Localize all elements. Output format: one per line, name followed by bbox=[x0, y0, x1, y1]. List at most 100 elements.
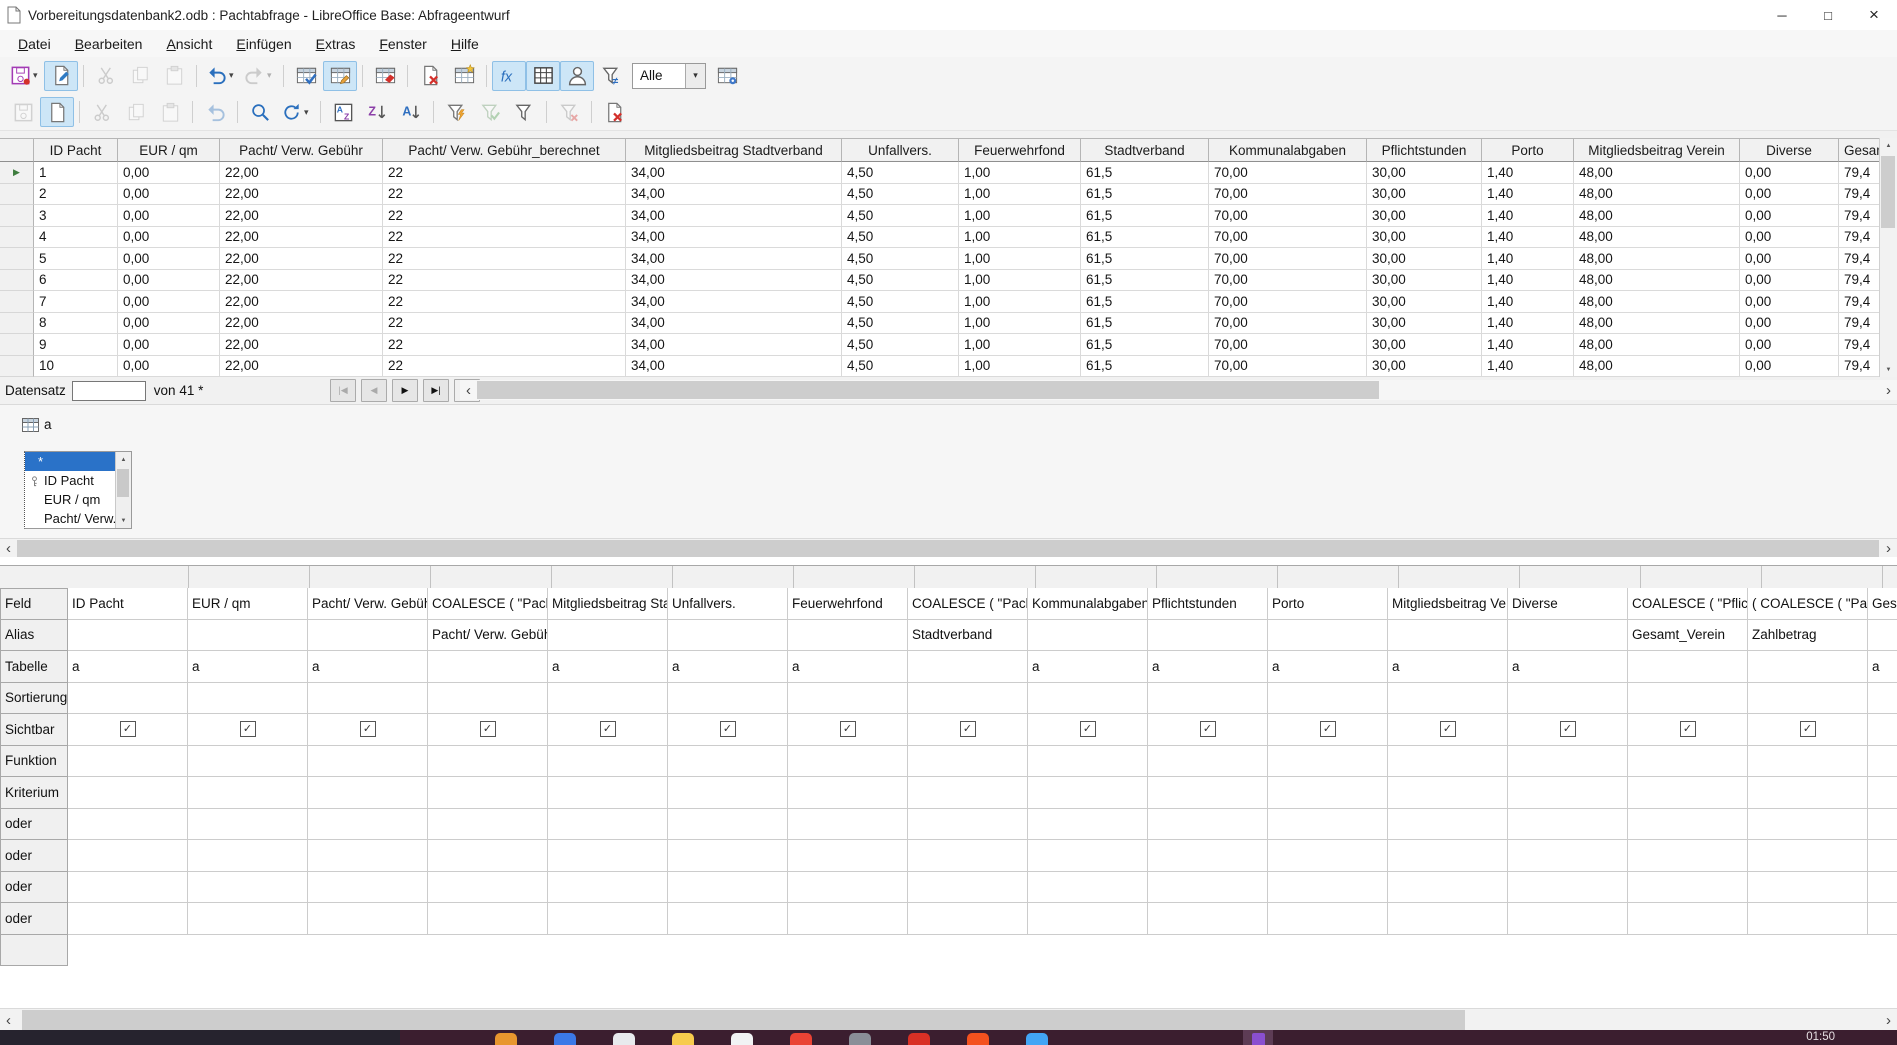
grid-cell[interactable] bbox=[188, 620, 308, 652]
table-cell[interactable]: 22,00 bbox=[220, 291, 383, 313]
table-cell[interactable]: 1,00 bbox=[959, 248, 1081, 270]
reset-filter-icon[interactable] bbox=[552, 97, 586, 127]
column-header[interactable]: Diverse bbox=[1740, 138, 1839, 162]
table-cell[interactable]: 0,00 bbox=[118, 227, 220, 249]
table-cell[interactable]: 1,40 bbox=[1482, 184, 1574, 206]
grid-cell[interactable] bbox=[428, 746, 548, 778]
grid-cell[interactable] bbox=[788, 840, 908, 872]
grid-cell[interactable] bbox=[788, 746, 908, 778]
design-grid-column-head[interactable] bbox=[1520, 566, 1641, 588]
sort-icon[interactable]: AZ bbox=[326, 97, 360, 127]
grid-cell[interactable]: a bbox=[1388, 651, 1508, 683]
table-cell[interactable]: 1,40 bbox=[1482, 205, 1574, 227]
table-cell[interactable]: 1,00 bbox=[959, 334, 1081, 356]
grid-cell[interactable] bbox=[1628, 683, 1748, 715]
table-cell[interactable]: 1,40 bbox=[1482, 162, 1574, 184]
save-icon[interactable]: ▾ bbox=[6, 61, 44, 91]
visible-checkbox[interactable]: ✓ bbox=[1200, 721, 1216, 737]
chevron-right-icon[interactable]: › bbox=[1880, 380, 1897, 400]
table-cell[interactable]: 48,00 bbox=[1574, 313, 1740, 335]
grid-cell[interactable] bbox=[788, 620, 908, 652]
grid-cell[interactable] bbox=[1148, 903, 1268, 935]
grid-cell[interactable] bbox=[1748, 651, 1868, 683]
grid-cell[interactable] bbox=[1028, 809, 1148, 841]
table-cell[interactable]: 4,50 bbox=[842, 334, 959, 356]
grid-cell[interactable] bbox=[428, 777, 548, 809]
table-cell[interactable]: 0,00 bbox=[118, 356, 220, 378]
scrollbar-thumb[interactable] bbox=[117, 469, 129, 497]
grid-cell[interactable] bbox=[1148, 746, 1268, 778]
table-cell[interactable]: 79,4 bbox=[1839, 184, 1881, 206]
grid-cell[interactable] bbox=[668, 903, 788, 935]
cut-icon[interactable] bbox=[89, 61, 123, 91]
functions-icon[interactable]: fx bbox=[492, 61, 526, 91]
table-cell[interactable]: 30,00 bbox=[1367, 313, 1482, 335]
grid-cell[interactable] bbox=[1748, 840, 1868, 872]
table-cell[interactable]: 48,00 bbox=[1574, 184, 1740, 206]
table-cell[interactable]: 22 bbox=[383, 248, 626, 270]
design-grid-column-head[interactable] bbox=[431, 566, 552, 588]
grid-cell[interactable] bbox=[1028, 777, 1148, 809]
table-cell[interactable]: 4,50 bbox=[842, 356, 959, 378]
grid-cell[interactable] bbox=[1148, 840, 1268, 872]
table-cell[interactable]: 1,00 bbox=[959, 205, 1081, 227]
column-header[interactable]: Pacht/ Verw. Gebühr_berechnet bbox=[383, 138, 626, 162]
grid-cell[interactable] bbox=[788, 809, 908, 841]
grid-cell[interactable] bbox=[1628, 809, 1748, 841]
limit-combo[interactable]: Alle▾ bbox=[632, 63, 706, 89]
grid-cell[interactable] bbox=[1748, 903, 1868, 935]
grid-cell[interactable]: Kommunalabgaben bbox=[1028, 588, 1148, 620]
design-grid-column-head[interactable] bbox=[68, 566, 189, 588]
table-cell[interactable]: 1,00 bbox=[959, 270, 1081, 292]
grid-cell[interactable] bbox=[428, 903, 548, 935]
table-cell[interactable]: 9 bbox=[34, 334, 118, 356]
table-cell[interactable]: 79,4 bbox=[1839, 334, 1881, 356]
grid-cell[interactable]: ✓ bbox=[1268, 714, 1388, 746]
table-cell[interactable]: 0,00 bbox=[118, 184, 220, 206]
table-cell[interactable]: 61,5 bbox=[1081, 270, 1209, 292]
grid-cell[interactable] bbox=[788, 777, 908, 809]
taskbar-app-icon[interactable] bbox=[672, 1033, 694, 1045]
table-cell[interactable]: 22 bbox=[383, 162, 626, 184]
grid-cell[interactable]: ✓ bbox=[1748, 714, 1868, 746]
grid-cell[interactable] bbox=[548, 840, 668, 872]
grid-cell[interactable] bbox=[1868, 777, 1897, 809]
table-cell[interactable]: 34,00 bbox=[626, 334, 842, 356]
table-cell[interactable]: 79,4 bbox=[1839, 270, 1881, 292]
table-cell[interactable]: 0,00 bbox=[118, 313, 220, 335]
table-cell[interactable]: 22 bbox=[383, 227, 626, 249]
table-cell[interactable]: 4,50 bbox=[842, 248, 959, 270]
scrollbar-thumb[interactable] bbox=[17, 540, 1879, 558]
taskbar-app-icon[interactable] bbox=[731, 1033, 753, 1045]
table-cell[interactable]: 70,00 bbox=[1209, 356, 1367, 378]
table-cell[interactable]: 34,00 bbox=[626, 313, 842, 335]
table-cell[interactable]: 30,00 bbox=[1367, 356, 1482, 378]
table-cell[interactable]: 79,4 bbox=[1839, 313, 1881, 335]
visible-checkbox[interactable]: ✓ bbox=[1440, 721, 1456, 737]
table-cell[interactable]: 34,00 bbox=[626, 356, 842, 378]
table-cell[interactable]: 22,00 bbox=[220, 184, 383, 206]
grid-cell[interactable] bbox=[908, 777, 1028, 809]
grid-cell[interactable] bbox=[548, 620, 668, 652]
table-cell[interactable]: 61,5 bbox=[1081, 291, 1209, 313]
delete-icon[interactable] bbox=[413, 61, 447, 91]
grid-cell[interactable] bbox=[908, 683, 1028, 715]
grid-cell[interactable] bbox=[668, 777, 788, 809]
grid-cell[interactable] bbox=[1028, 620, 1148, 652]
table-cell[interactable]: 22 bbox=[383, 291, 626, 313]
grid-cell[interactable]: Porto bbox=[1268, 588, 1388, 620]
grid-cell[interactable] bbox=[1388, 809, 1508, 841]
grid-cell[interactable] bbox=[1868, 620, 1897, 652]
last-record-button[interactable]: ▶| bbox=[423, 379, 449, 402]
grid-cell[interactable] bbox=[68, 683, 188, 715]
add-table-icon[interactable] bbox=[447, 61, 481, 91]
grid-cell[interactable] bbox=[1508, 840, 1628, 872]
table-cell[interactable]: 61,5 bbox=[1081, 227, 1209, 249]
chevron-left-icon[interactable]: ‹ bbox=[0, 1009, 17, 1031]
grid-cell[interactable] bbox=[68, 620, 188, 652]
grid-cell[interactable] bbox=[1508, 620, 1628, 652]
grid-cell[interactable] bbox=[188, 903, 308, 935]
chevron-left-icon[interactable]: ‹ bbox=[460, 380, 477, 400]
column-header[interactable]: Kommunalabgaben bbox=[1209, 138, 1367, 162]
grid-cell[interactable] bbox=[308, 903, 428, 935]
